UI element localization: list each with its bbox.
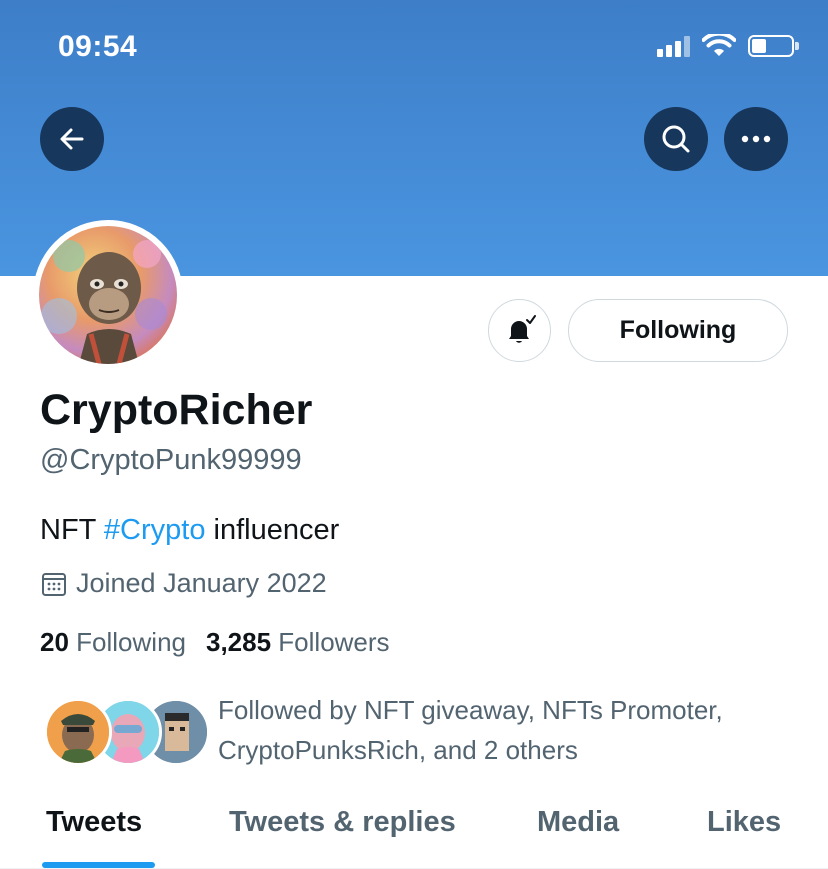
display-name: CryptoRicher: [40, 386, 313, 434]
user-handle: @CryptoPunk99999: [40, 444, 302, 476]
bio-text-suffix: influencer: [205, 514, 340, 546]
profile-tabs: Tweets Tweets & replies Media Likes: [0, 790, 828, 869]
tab-tweets[interactable]: Tweets: [46, 806, 142, 839]
followers-stat[interactable]: 3,285 Followers: [206, 627, 390, 658]
status-icons: [657, 34, 799, 58]
bio-text-prefix: NFT: [40, 514, 104, 546]
battery-icon: [748, 35, 799, 57]
more-button[interactable]: [724, 107, 788, 171]
profile-avatar[interactable]: [33, 220, 183, 370]
tab-likes[interactable]: Likes: [707, 806, 781, 839]
more-horizontal-icon: [741, 135, 771, 143]
joined-text: Joined January 2022: [76, 568, 327, 598]
follow-stats: 20 Following 3,285 Followers: [40, 627, 390, 658]
tab-tweets-and-replies[interactable]: Tweets & replies: [229, 806, 456, 839]
search-button[interactable]: [644, 107, 708, 171]
followed-by-line-1: Followed by NFT giveaway, NFTs Promoter,: [218, 695, 723, 725]
followed-by-line-2: CryptoPunksRich, and 2 others: [218, 735, 578, 765]
arrow-left-icon: [60, 128, 84, 150]
following-count: 20: [40, 627, 69, 657]
notifications-bell-button[interactable]: [488, 299, 551, 362]
mutual-avatar: [44, 698, 112, 766]
bell-subscribed-icon: [508, 314, 536, 343]
mutual-followers-avatars[interactable]: [44, 698, 210, 766]
status-time: 09:54: [58, 30, 138, 63]
following-label: Following: [76, 627, 186, 657]
tab-media[interactable]: Media: [537, 806, 619, 839]
cellular-signal-icon: [657, 35, 690, 57]
ape-avatar-image: [39, 226, 177, 364]
back-button[interactable]: [40, 107, 104, 171]
active-tab-indicator: [42, 862, 155, 868]
calendar-icon: [42, 572, 66, 596]
wifi-icon: [702, 34, 736, 56]
followers-label: Followers: [278, 627, 390, 657]
followed-by-text[interactable]: Followed by NFT giveaway, NFTs Promoter,…: [218, 690, 798, 770]
following-button[interactable]: Following: [568, 299, 788, 362]
profile-bio: NFT #Crypto influencer: [40, 514, 339, 547]
following-stat[interactable]: 20 Following: [40, 627, 186, 658]
search-icon: [662, 125, 690, 153]
bio-hashtag-link[interactable]: #Crypto: [104, 514, 206, 546]
joined-date: Joined January 2022: [40, 568, 327, 599]
followers-count: 3,285: [205, 627, 272, 657]
